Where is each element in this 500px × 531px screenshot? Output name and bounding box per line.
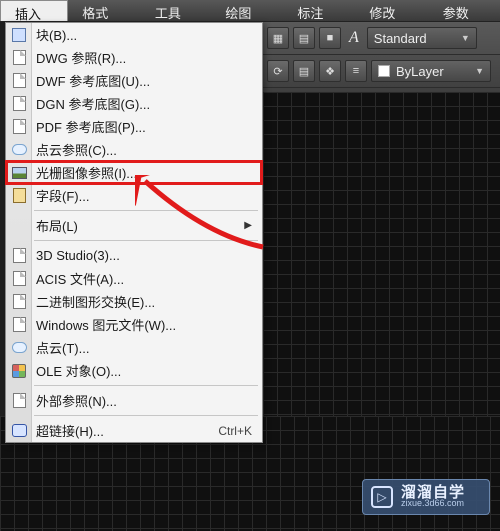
menuitem-layout[interactable]: 布局(L) ▶ <box>6 214 262 237</box>
menuitem-label: DWF 参考底图(U)... <box>36 71 252 90</box>
text-style-dropdown[interactable]: Standard ▼ <box>367 27 477 49</box>
toolbar-button[interactable]: ⟳ <box>267 60 289 82</box>
menuitem-block[interactable]: 块(B)... <box>6 23 262 46</box>
menuitem-label: 点云(T)... <box>36 338 252 357</box>
document-icon <box>10 270 28 287</box>
menuitem-field[interactable]: 字段(F)... <box>6 184 262 207</box>
menuitem-label: Windows 图元文件(W)... <box>36 315 252 334</box>
menuitem-label: 二进制图形交换(E)... <box>36 292 252 311</box>
chevron-down-icon: ▼ <box>461 33 470 43</box>
menuitem-dgn-underlay[interactable]: DGN 参考底图(G)... <box>6 92 262 115</box>
link-icon <box>10 422 28 439</box>
menuitem-label: ACIS 文件(A)... <box>36 269 252 288</box>
menuitem-wmf[interactable]: Windows 图元文件(W)... <box>6 313 262 336</box>
menuitem-label: 点云参照(C)... <box>36 140 252 159</box>
document-icon <box>10 293 28 310</box>
menuitem-pointcloud[interactable]: 点云(T)... <box>6 336 262 359</box>
menuitem-label: 超链接(H)... <box>36 421 210 440</box>
menuitem-binary-dxf[interactable]: 二进制图形交换(E)... <box>6 290 262 313</box>
play-icon: ▷ <box>371 486 393 508</box>
menuitem-dwf-underlay[interactable]: DWF 参考底图(U)... <box>6 69 262 92</box>
cloud-icon <box>10 141 28 158</box>
menu-insert[interactable]: 插入(I) <box>0 0 68 21</box>
insert-menu-dropdown: 块(B)... DWG 参照(R)... DWF 参考底图(U)... DGN … <box>5 22 263 443</box>
menu-separator <box>34 210 258 211</box>
toolbar-button[interactable]: ■ <box>319 27 341 49</box>
ole-icon <box>10 362 28 379</box>
menuitem-hyperlink[interactable]: 超链接(H)... Ctrl+K <box>6 419 262 442</box>
menu-format[interactable]: 格式(O) <box>68 0 141 21</box>
menuitem-acis[interactable]: ACIS 文件(A)... <box>6 267 262 290</box>
toolbar-button[interactable]: ≡ <box>345 60 367 82</box>
menuitem-label: 布局(L) <box>36 216 244 235</box>
document-icon <box>10 72 28 89</box>
text-style-icon: A <box>345 29 363 47</box>
toolbar-button[interactable]: ▤ <box>293 60 315 82</box>
menu-tools[interactable]: 工具(T) <box>141 0 212 21</box>
menuitem-label: DWG 参照(R)... <box>36 48 252 67</box>
menu-bar: 插入(I) 格式(O) 工具(T) 绘图(D) 标注(N) 修改(M) 参数(P… <box>0 0 500 22</box>
menuitem-xref[interactable]: 外部参照(N)... <box>6 389 262 412</box>
watermark-badge: ▷ 溜溜自学 zixue.3d66.com <box>362 479 490 515</box>
menuitem-label: PDF 参考底图(P)... <box>36 117 252 136</box>
layer-color-swatch <box>378 65 390 77</box>
menuitem-label: 3D Studio(3)... <box>36 248 252 263</box>
layer-color-value: ByLayer <box>396 64 444 79</box>
document-icon <box>10 316 28 333</box>
watermark-subtitle: zixue.3d66.com <box>401 499 465 509</box>
menuitem-dwg-ref[interactable]: DWG 参照(R)... <box>6 46 262 69</box>
menuitem-label: 光栅图像参照(I)... <box>36 163 252 182</box>
menuitem-label: 外部参照(N)... <box>36 391 252 410</box>
document-icon <box>10 118 28 135</box>
menuitem-ole[interactable]: OLE 对象(O)... <box>6 359 262 382</box>
menuitem-raster-image-ref[interactable]: 光栅图像参照(I)... <box>6 161 262 184</box>
document-icon <box>10 247 28 264</box>
field-icon <box>10 187 28 204</box>
block-icon <box>10 26 28 43</box>
chevron-down-icon: ▼ <box>475 66 484 76</box>
menuitem-label: 字段(F)... <box>36 186 252 205</box>
image-icon <box>10 164 28 181</box>
toolbar-button[interactable]: ▤ <box>293 27 315 49</box>
menu-separator <box>34 240 258 241</box>
layer-color-dropdown[interactable]: ByLayer ▼ <box>371 60 491 82</box>
menu-draw[interactable]: 绘图(D) <box>211 0 283 21</box>
menuitem-label: DGN 参考底图(G)... <box>36 94 252 113</box>
menuitem-3dstudio[interactable]: 3D Studio(3)... <box>6 244 262 267</box>
menuitem-pdf-underlay[interactable]: PDF 参考底图(P)... <box>6 115 262 138</box>
toolbar-area: ▦ ▤ ■ A Standard ▼ ⟳ ▤ ❖ ≡ ByLayer ▼ <box>263 22 500 92</box>
document-icon <box>10 392 28 409</box>
menu-modify[interactable]: 修改(M) <box>355 0 428 21</box>
text-style-value: Standard <box>374 31 427 46</box>
toolbar-button[interactable]: ▦ <box>267 27 289 49</box>
cloud-icon <box>10 339 28 356</box>
menuitem-pointcloud-ref[interactable]: 点云参照(C)... <box>6 138 262 161</box>
menu-separator <box>34 415 258 416</box>
menuitem-label: OLE 对象(O)... <box>36 361 252 380</box>
menuitem-label: 块(B)... <box>36 25 252 44</box>
toolbar-button[interactable]: ❖ <box>319 60 341 82</box>
document-icon <box>10 95 28 112</box>
menu-params[interactable]: 参数(P) <box>429 0 500 21</box>
document-icon <box>10 49 28 66</box>
toolbar-row-2: ⟳ ▤ ❖ ≡ ByLayer ▼ <box>263 55 500 88</box>
menu-separator <box>34 385 258 386</box>
menuitem-shortcut: Ctrl+K <box>218 424 252 438</box>
toolbar-row-1: ▦ ▤ ■ A Standard ▼ <box>263 22 500 55</box>
menu-dimension[interactable]: 标注(N) <box>283 0 355 21</box>
submenu-arrow-icon: ▶ <box>244 220 252 231</box>
